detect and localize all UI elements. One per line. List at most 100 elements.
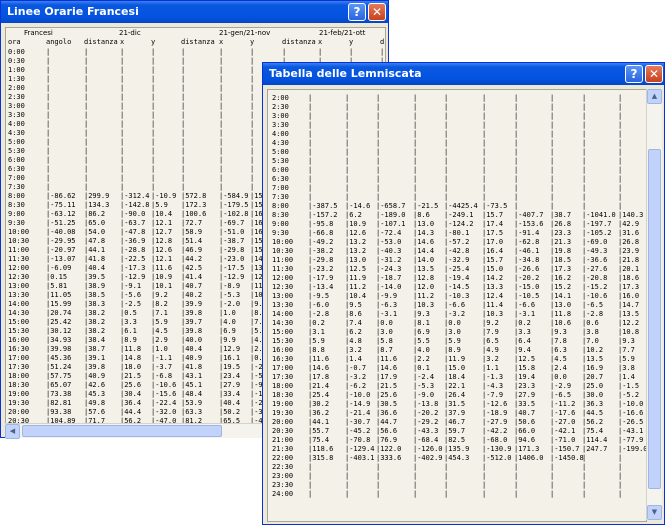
table-cell: |8.9 bbox=[444, 346, 461, 354]
table-cell: | bbox=[219, 48, 224, 56]
table-cell: |10.6 bbox=[550, 319, 572, 327]
table-cell: 4:00 bbox=[8, 120, 25, 128]
table-cell: |12.4 bbox=[482, 292, 504, 300]
scroll-down-icon[interactable]: ▼ bbox=[647, 505, 662, 520]
table-cell: | bbox=[514, 94, 519, 102]
table-cell: | bbox=[550, 157, 555, 165]
table-cell: |0.0 bbox=[376, 319, 393, 327]
table-cell: | bbox=[345, 463, 350, 471]
table-cell: | bbox=[376, 148, 381, 156]
table-cell: | bbox=[46, 66, 51, 74]
table-cell: 17:30 bbox=[8, 363, 30, 371]
table-cell: |10.3 bbox=[482, 310, 504, 318]
table-cell: |20.74 bbox=[46, 309, 72, 317]
table-cell: |-2.8 bbox=[308, 310, 330, 318]
table-cell: | bbox=[444, 175, 449, 183]
table-cell: | bbox=[308, 481, 313, 489]
table-cell: |-387.5 bbox=[308, 202, 338, 210]
table-row: 2:00 | | | | | | | | | | bbox=[268, 94, 646, 103]
table-cell: |11.8 bbox=[120, 345, 142, 353]
column-header: x bbox=[318, 38, 323, 46]
table-header-row: ora angolo distanza x y distanza x y distanza x y d… bbox=[6, 38, 385, 47]
table-cell: |14.2 bbox=[482, 274, 504, 282]
table-cell: |13.0 bbox=[550, 301, 572, 309]
close-button[interactable]: ✕ bbox=[368, 3, 386, 21]
close-button[interactable]: ✕ bbox=[645, 65, 663, 83]
table-cell: | bbox=[345, 193, 350, 201]
table-cell: 19:00 bbox=[8, 390, 30, 398]
table-cell: 15:30 bbox=[272, 337, 294, 345]
table-cell: | bbox=[345, 472, 350, 480]
table-cell: | bbox=[308, 184, 313, 192]
table-cell: 9:30 bbox=[8, 219, 25, 227]
table-cell: | bbox=[413, 112, 418, 120]
table-row: 2:30 | | | | | | | | | | bbox=[268, 103, 646, 112]
table-cell: |45.1 bbox=[181, 381, 203, 389]
table-cell: | bbox=[151, 75, 156, 83]
table-cell: |-6.6 bbox=[514, 301, 536, 309]
table-cell: |40.9 bbox=[84, 372, 106, 380]
vertical-scrollbar[interactable]: ▲ ▼ bbox=[646, 89, 662, 520]
table-row: 10:30 |-38.2 |13.2 |-40.3 |14.4 |-42.8 |16.4 |-… bbox=[268, 247, 646, 256]
table-cell: |48.4 bbox=[181, 390, 203, 398]
table-row: 16:00 |8.8 |3.2 |8.7 |4.0 |8.9 |4.9 |9.4 |6.3 |10… bbox=[268, 346, 646, 355]
table-cell: | bbox=[151, 147, 156, 155]
table-cell: | bbox=[46, 129, 51, 137]
table-cell: | bbox=[250, 93, 255, 101]
table-cell: | bbox=[308, 139, 313, 147]
table-cell: |0.0 bbox=[550, 373, 567, 381]
table-cell: |6.9 bbox=[219, 327, 236, 335]
table-cell: |17.0 bbox=[482, 238, 504, 246]
title-bar[interactable]: Linee Orarie Francesi ? ✕ bbox=[1, 1, 388, 23]
table-cell: |-31.2 bbox=[376, 256, 402, 264]
table-cell: |-20.97 bbox=[46, 246, 76, 254]
help-button[interactable]: ? bbox=[348, 3, 366, 21]
table-cell: |-7.9 bbox=[482, 391, 504, 399]
table-cell: |16.1 bbox=[219, 354, 241, 362]
table-cell: | bbox=[84, 75, 89, 83]
table-cell: |11.6 bbox=[376, 355, 398, 363]
table-row: 20:30 |55.7 |-45.2 |56.6 |-43.3 |59.7 |-42.2 |6… bbox=[268, 427, 646, 436]
table-cell: | bbox=[413, 103, 418, 111]
table-cell: |1406.0 bbox=[514, 454, 544, 462]
table-cell: | bbox=[514, 139, 519, 147]
table-cell: | bbox=[151, 129, 156, 137]
table-cell: |-10.6 bbox=[582, 292, 608, 300]
table-cell: |135.9 bbox=[444, 445, 470, 453]
table-cell: |40.2 bbox=[181, 291, 203, 299]
table-cell: 12:00 bbox=[272, 274, 294, 282]
scroll-left-icon[interactable]: ◀ bbox=[5, 424, 20, 439]
table-cell: |75.4 bbox=[308, 436, 330, 444]
table-cell: |-17.5 bbox=[219, 264, 245, 272]
table-cell: 10:30 bbox=[272, 247, 294, 255]
table-cell: |73.38 bbox=[46, 390, 72, 398]
table-cell: | bbox=[376, 166, 381, 174]
table-cell: |10.8 bbox=[618, 328, 640, 336]
table-cell: | bbox=[250, 102, 255, 110]
table-cell: | bbox=[345, 175, 350, 183]
title-bar[interactable]: Tabella delle Lemniscata ? ✕ bbox=[263, 63, 664, 85]
table-cell: |51.4 bbox=[181, 237, 203, 245]
table-row: 14:30 |0.2 |7.4 |0.0 |8.1 |0.0 |9.2 |0.2 |10.6 |0… bbox=[268, 319, 646, 328]
scroll-thumb[interactable] bbox=[22, 425, 222, 437]
table-cell: |44.5 bbox=[582, 409, 604, 417]
table-cell: |39.9 bbox=[181, 300, 203, 308]
table-cell: |10.3 bbox=[413, 301, 435, 309]
table-cell: |-6.6 bbox=[444, 301, 466, 309]
table-cell: |-3.2 bbox=[345, 373, 367, 381]
table-cell: |-179.5 bbox=[219, 201, 249, 209]
table-cell: | bbox=[413, 94, 418, 102]
table-cell: |18.6 bbox=[618, 274, 640, 282]
table-cell: |-153.6 bbox=[514, 220, 544, 228]
table-row: 12:00 |-17.9 |11.9 |-18.7 |12.8 |-19.4 |14.2 |-… bbox=[268, 274, 646, 283]
table-cell: | bbox=[151, 183, 156, 191]
table-cell: 21:00 bbox=[272, 436, 294, 444]
table-cell: | bbox=[151, 165, 156, 173]
scroll-up-icon[interactable]: ▲ bbox=[647, 89, 662, 104]
table-cell: |6.3 bbox=[550, 346, 567, 354]
table-cell: |56.6 bbox=[376, 427, 398, 435]
table-cell: |31.5 bbox=[444, 400, 466, 408]
scroll-thumb[interactable] bbox=[648, 149, 661, 489]
help-button[interactable]: ? bbox=[625, 65, 643, 83]
table-cell: |-512.0 bbox=[482, 454, 512, 462]
